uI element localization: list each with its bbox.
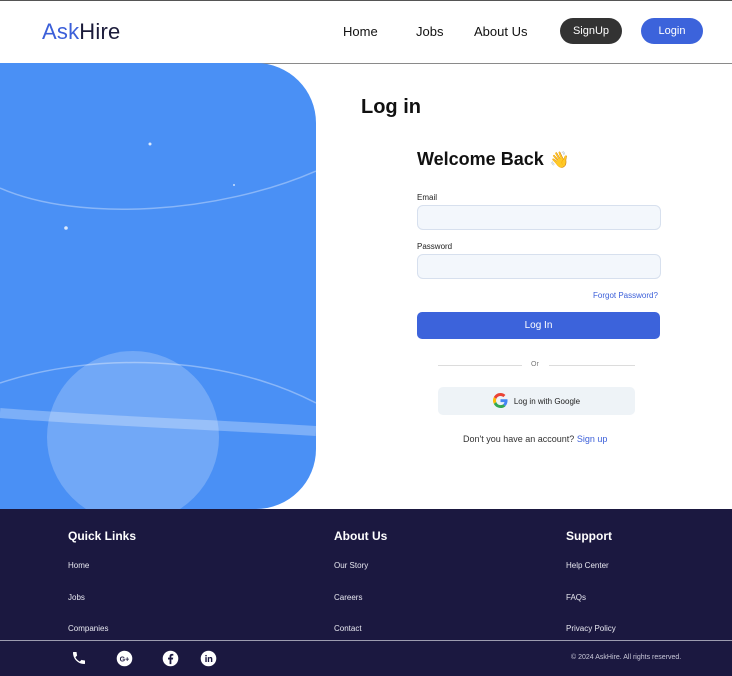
footer-link-contact[interactable]: Contact xyxy=(334,624,362,633)
google-button-label: Log in with Google xyxy=(513,396,581,406)
phone-icon[interactable] xyxy=(70,649,88,667)
google-login-button[interactable]: Log in with Google xyxy=(438,387,635,415)
footer-link-home[interactable]: Home xyxy=(68,561,89,570)
forgot-password-link[interactable]: Forgot Password? xyxy=(593,291,658,300)
password-label: Password xyxy=(417,242,453,251)
hero-illustration-panel xyxy=(0,63,316,509)
svg-text:G+: G+ xyxy=(119,655,129,663)
or-separator: Or xyxy=(531,361,539,368)
footer-link-jobs[interactable]: Jobs xyxy=(68,593,85,602)
linkedin-icon[interactable] xyxy=(199,649,217,667)
copyright-text: © 2024 AskHire. All rights reserved. xyxy=(571,654,682,661)
welcome-heading: Welcome Back 👋 xyxy=(417,149,570,170)
logo-ask-text: Ask xyxy=(42,19,80,44)
top-nav-bar: AskHire Home Jobs About Us SignUp Login xyxy=(0,0,732,64)
signup-link[interactable]: Sign up xyxy=(577,434,608,444)
footer-support-heading: Support xyxy=(566,529,612,543)
login-page: AskHire Home Jobs About Us SignUp Login … xyxy=(0,0,732,676)
page-title: Log in xyxy=(361,96,421,118)
login-submit-button[interactable]: Log In xyxy=(417,312,660,339)
signup-prompt: Don't you have an account? Sign up xyxy=(463,434,607,444)
signup-button[interactable]: SignUp xyxy=(560,18,622,44)
footer-quick-links-heading: Quick Links xyxy=(68,529,137,543)
google-plus-icon[interactable]: G+ xyxy=(115,649,133,667)
facebook-icon[interactable] xyxy=(161,649,179,667)
footer-link-careers[interactable]: Careers xyxy=(334,593,362,602)
email-field[interactable] xyxy=(417,205,661,230)
divider-right xyxy=(549,365,635,366)
site-footer: Quick Links Home Jobs Companies About Us… xyxy=(0,509,732,676)
welcome-text: Welcome Back xyxy=(417,149,544,169)
footer-link-faqs[interactable]: FAQs xyxy=(566,593,586,602)
no-account-text: Don't you have an account? xyxy=(463,434,575,444)
footer-link-our-story[interactable]: Our Story xyxy=(334,561,368,570)
footer-link-help-center[interactable]: Help Center xyxy=(566,561,609,570)
waving-hand-icon: 👋 xyxy=(549,152,570,169)
email-label: Email xyxy=(417,193,438,202)
askhire-logo[interactable]: AskHire xyxy=(42,19,120,45)
hero-decoration xyxy=(0,142,316,509)
password-field[interactable] xyxy=(417,254,661,279)
footer-divider xyxy=(0,640,732,641)
footer-about-heading: About Us xyxy=(334,529,388,543)
footer-link-companies[interactable]: Companies xyxy=(68,624,108,633)
logo-hire-text: Hire xyxy=(79,19,121,44)
login-button[interactable]: Login xyxy=(641,18,703,44)
nav-about-link[interactable]: About Us xyxy=(474,24,527,39)
footer-link-privacy-policy[interactable]: Privacy Policy xyxy=(566,624,616,633)
divider-left xyxy=(438,365,522,366)
nav-home-link[interactable]: Home xyxy=(343,24,378,39)
google-icon xyxy=(492,392,508,410)
nav-jobs-link[interactable]: Jobs xyxy=(416,24,443,39)
